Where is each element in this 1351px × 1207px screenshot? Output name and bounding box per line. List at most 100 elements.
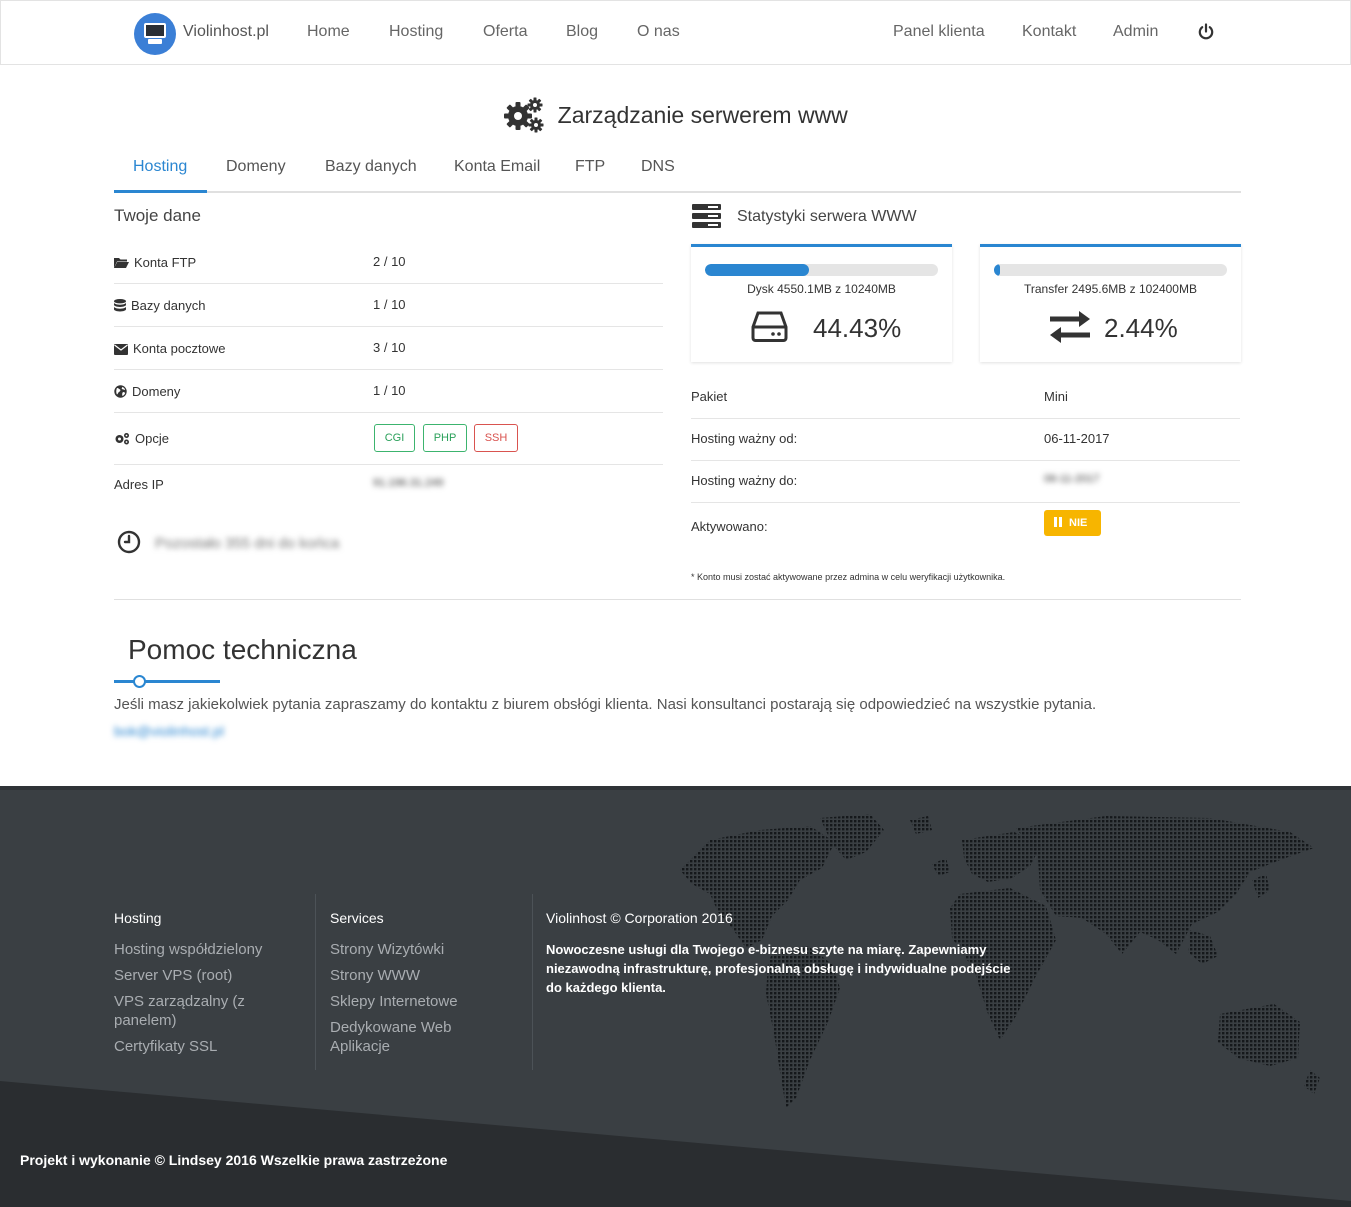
nav-blog[interactable]: Blog xyxy=(566,23,598,41)
tab-hosting[interactable]: Hosting xyxy=(133,158,187,176)
footer-link-business-cards[interactable]: Strony Wizytówki xyxy=(330,940,520,959)
options-row: Opcje CGI PHP SSH xyxy=(114,413,663,465)
nav-hosting[interactable]: Hosting xyxy=(389,23,443,41)
help-title: Pomoc techniczna xyxy=(128,634,357,665)
databases-value: 1 / 10 xyxy=(373,297,406,312)
disk-usage-fill xyxy=(705,264,809,276)
ftp-accounts-label: Konta FTP xyxy=(134,255,197,270)
disk-usage-card: Dysk 4550.1MB z 10240MB 44.43% xyxy=(691,244,952,362)
valid-from-value: 06-11-2017 xyxy=(1044,431,1110,446)
nav-oferta[interactable]: Oferta xyxy=(483,23,527,41)
tab-bazy-danych[interactable]: Bazy danych xyxy=(325,158,417,176)
section-divider xyxy=(114,599,1241,600)
tab-domeny[interactable]: Domeny xyxy=(226,158,286,176)
footer-link-ssl[interactable]: Certyfikaty SSL xyxy=(114,1037,314,1056)
cogs-icon xyxy=(115,433,129,445)
footer-link-online-shops[interactable]: Sklepy Internetowe xyxy=(330,992,520,1011)
stats-title: Statystyki serwera WWW xyxy=(737,208,917,225)
package-value: Mini xyxy=(1044,389,1068,404)
options-label: Opcje xyxy=(135,431,169,446)
footer-link-websites[interactable]: Strony WWW xyxy=(330,966,520,985)
option-php-badge[interactable]: PHP xyxy=(423,424,467,452)
envelope-icon xyxy=(114,344,128,355)
gears-icon xyxy=(504,97,544,133)
brand-link[interactable]: Violinhost.pl xyxy=(183,23,269,41)
package-label: Pakiet xyxy=(691,389,728,404)
globe-icon xyxy=(114,385,127,398)
nav-panel-klienta[interactable]: Panel klienta xyxy=(893,23,985,41)
domains-value: 1 / 10 xyxy=(373,383,406,398)
transfer-usage-card: Transfer 2495.6MB z 102400MB 2.44% xyxy=(980,244,1241,362)
nav-o-nas[interactable]: O nas xyxy=(637,23,680,41)
footer: Hosting Hosting współdzielony Server VPS… xyxy=(0,786,1351,1207)
footer-separator xyxy=(532,894,533,1070)
footer-link-web-apps[interactable]: Dedykowane Web Aplikacje xyxy=(330,1018,490,1056)
database-icon xyxy=(114,299,126,312)
help-title-underline xyxy=(114,680,220,683)
disk-usage-bar xyxy=(705,264,938,276)
your-data-title: Twoje dane xyxy=(114,206,201,225)
server-icon xyxy=(692,204,721,228)
activated-status-badge: NIE xyxy=(1044,510,1101,536)
help-text: Jeśli masz jakiekolwiek pytania zaprasza… xyxy=(114,696,1097,713)
tab-dns[interactable]: DNS xyxy=(641,158,675,176)
activated-label: Aktywowano: xyxy=(691,519,768,534)
transfer-usage-bar xyxy=(994,264,1227,276)
footer-services-title: Services xyxy=(330,910,384,926)
mail-accounts-value: 3 / 10 xyxy=(373,340,406,355)
nav-admin[interactable]: Admin xyxy=(1113,23,1158,41)
valid-from-label: Hosting ważny od: xyxy=(691,431,798,446)
databases-row: Bazy danych 1 / 10 xyxy=(114,284,663,327)
footer-copyright: Projekt i wykonanie © Lindsey 2016 Wszel… xyxy=(20,1152,448,1168)
activated-status-text: NIE xyxy=(1069,517,1088,529)
exchange-icon xyxy=(1050,311,1090,343)
valid-to-label: Hosting ważny do: xyxy=(691,473,798,488)
tab-ftp[interactable]: FTP xyxy=(575,158,605,176)
ftp-accounts-row: Konta FTP 2 / 10 xyxy=(114,241,663,284)
logo-icon[interactable] xyxy=(134,13,176,55)
valid-to-value: 06-11-2017 xyxy=(1044,473,1100,485)
domains-row: Domeny 1 / 10 xyxy=(114,370,663,413)
page-title: Zarządzanie serwerem www xyxy=(557,101,848,128)
navbar: Violinhost.pl Home Hosting Oferta Blog O… xyxy=(0,0,1351,65)
ip-label: Adres IP xyxy=(114,477,164,492)
nav-home[interactable]: Home xyxy=(307,23,350,41)
footer-link-managed-vps[interactable]: VPS zarządzalny (z panelem) xyxy=(114,992,284,1030)
mail-accounts-label: Konta pocztowe xyxy=(133,341,226,356)
databases-label: Bazy danych xyxy=(131,298,206,313)
nav-kontakt[interactable]: Kontakt xyxy=(1022,23,1076,41)
transfer-usage-caption: Transfer 2495.6MB z 102400MB xyxy=(1024,282,1197,296)
mail-accounts-row: Konta pocztowe 3 / 10 xyxy=(114,327,663,370)
transfer-usage-fill xyxy=(994,264,1000,276)
disk-usage-caption: Dysk 4550.1MB z 10240MB xyxy=(747,282,896,296)
option-cgi-badge[interactable]: CGI xyxy=(374,424,415,452)
remaining-days-text: Pozostało 355 dni do końca xyxy=(155,535,340,552)
valid-to-row: Hosting ważny do: 06-11-2017 xyxy=(691,461,1240,503)
footer-link-shared-hosting[interactable]: Hosting współdzielony xyxy=(114,940,314,959)
domains-label: Domeny xyxy=(132,384,181,399)
ip-row: Adres IP 91.196.31.249 xyxy=(114,465,663,505)
footer-link-vps-root[interactable]: Server VPS (root) xyxy=(114,966,314,985)
help-title-dot xyxy=(133,675,146,688)
valid-from-row: Hosting ważny od: 06-11-2017 xyxy=(691,419,1240,461)
activated-row: Aktywowano: NIE xyxy=(691,503,1240,548)
activation-note: * Konto musi zostać aktywowane przez adm… xyxy=(691,572,1006,582)
footer-hosting-title: Hosting xyxy=(114,910,162,926)
hdd-icon xyxy=(751,311,788,342)
ftp-accounts-value: 2 / 10 xyxy=(373,254,406,269)
tab-bar: Hosting Domeny Bazy danych Konta Email F… xyxy=(114,150,1241,193)
active-tab-indicator xyxy=(114,190,207,193)
option-ssh-badge[interactable]: SSH xyxy=(474,424,518,452)
page-heading: Zarządzanie serwerem www xyxy=(0,97,1351,133)
ip-value: 91.196.31.249 xyxy=(373,477,444,489)
help-email-link[interactable]: bok@violinhost.pl xyxy=(114,723,224,739)
power-icon[interactable] xyxy=(1197,23,1215,41)
transfer-usage-percent: 2.44% xyxy=(1104,313,1178,343)
footer-corp-title: Violinhost © Corporation 2016 xyxy=(546,910,733,926)
disk-usage-percent: 44.43% xyxy=(813,313,902,343)
clock-icon xyxy=(117,530,141,554)
tab-konta-email[interactable]: Konta Email xyxy=(454,158,540,176)
footer-separator xyxy=(315,894,316,1070)
folder-open-icon xyxy=(114,258,129,268)
package-row: Pakiet Mini xyxy=(691,377,1240,419)
